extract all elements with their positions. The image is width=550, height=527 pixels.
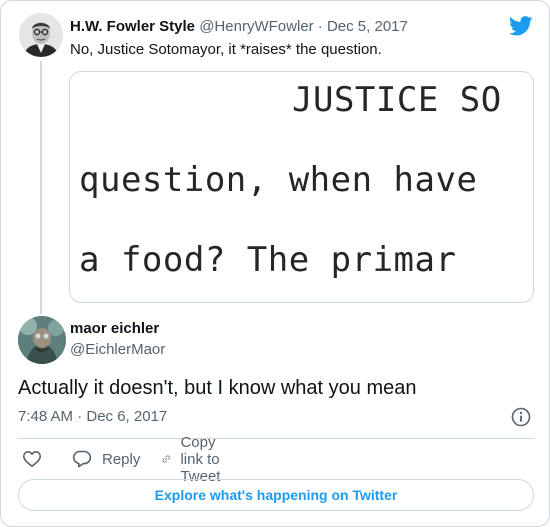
parent-author-handle[interactable]: @HenryWFowler (199, 18, 313, 35)
parent-tweet-text: No, Justice Sotomayor, it *raises* the q… (70, 41, 382, 58)
reply-button[interactable]: Reply (72, 447, 140, 471)
reply-icon (72, 450, 92, 468)
reply-button-label: Reply (102, 450, 141, 468)
image-text-line-3: a food? The primar (79, 240, 457, 280)
reply-author-avatar[interactable] (18, 316, 66, 364)
reply-author-name[interactable]: maor eichler (70, 319, 159, 339)
image-text-line-2: question, when have (79, 160, 478, 200)
explore-twitter-button[interactable]: Explore what's happening on Twitter (18, 479, 534, 511)
info-icon[interactable] (511, 407, 531, 427)
parent-tweet-date[interactable]: Dec 5, 2017 (327, 18, 408, 35)
parent-author-name[interactable]: H.W. Fowler Style (70, 18, 195, 35)
reply-tweet-text: Actually it doesn't, but I know what you… (18, 377, 417, 399)
embedded-tweet-card: H.W. Fowler Style @HenryWFowler · Dec 5,… (0, 0, 550, 527)
image-text-line-1: JUSTICE SO (292, 80, 502, 120)
tweet-media-image[interactable]: JUSTICE SO question, when have a food? T… (69, 71, 534, 303)
actions-divider (18, 438, 534, 439)
parent-tweet-header: H.W. Fowler Style @HenryWFowler · Dec 5,… (70, 17, 408, 37)
reply-author-handle[interactable]: @EichlerMaor (70, 340, 165, 360)
reply-timestamp[interactable]: 7:48 AM · Dec 6, 2017 (18, 407, 167, 427)
header-separator: · (317, 18, 323, 35)
parent-author-avatar[interactable] (19, 13, 63, 57)
link-icon (162, 455, 170, 463)
copy-link-button[interactable]: Copy link to Tweet (162, 434, 232, 485)
twitter-bird-icon[interactable] (509, 15, 533, 37)
thread-line (40, 61, 42, 314)
like-button[interactable] (22, 447, 42, 471)
copy-link-label: Copy link to Tweet (180, 433, 221, 485)
heart-icon (23, 451, 41, 467)
